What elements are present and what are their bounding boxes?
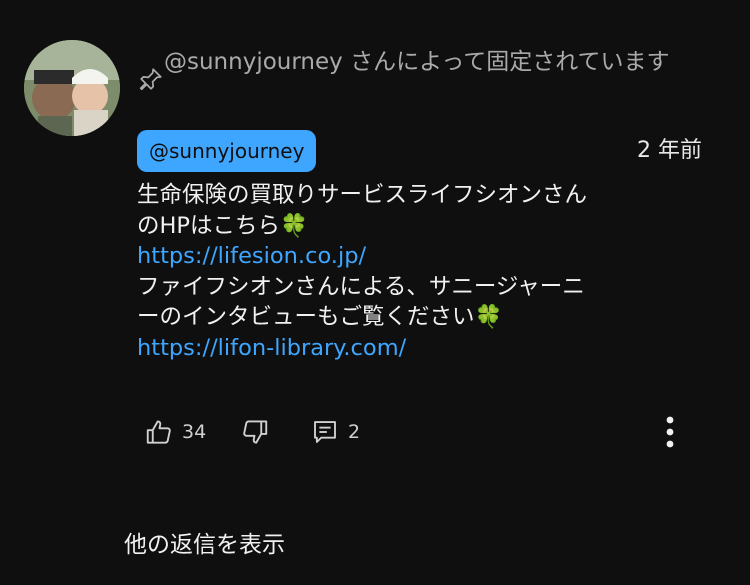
comment-timestamp[interactable]: 2 年前 — [637, 136, 702, 166]
comment-icon — [314, 421, 336, 443]
pin-icon — [139, 68, 162, 91]
reply-count: 2 — [348, 421, 361, 443]
comment-line: のHPはこちら🍀 — [137, 212, 309, 239]
more-vertical-icon — [666, 416, 674, 448]
pinned-text: @sunnyjourney さんによって固定されています — [164, 49, 670, 75]
dislike-button[interactable] — [240, 412, 270, 452]
replies-button[interactable]: 2 — [310, 412, 360, 452]
comment-actions: 34 2 — [142, 412, 702, 452]
like-count: 34 — [182, 421, 207, 443]
more-options-button[interactable] — [656, 412, 684, 452]
author-handle-chip[interactable]: @sunnyjourney — [137, 130, 317, 172]
comment-line: ーのインタビューもご覧ください🍀 — [137, 304, 503, 330]
like-button[interactable]: 34 — [144, 412, 206, 452]
comment-link-lifesion[interactable]: https://lifesion.co.jp/ — [137, 241, 712, 272]
comment-text: 生命保険の買取りサービスライフシオンさん のHPはこちら🍀 https://li… — [137, 180, 712, 363]
thumbs-down-icon — [243, 420, 268, 444]
author-avatar[interactable] — [24, 40, 120, 136]
comment-line: ファイフシオンさんによる、サニージャーニ — [137, 273, 585, 300]
comment-link-lifon[interactable]: https://lifon-library.com/ — [137, 333, 712, 364]
thumbs-up-icon — [146, 420, 171, 444]
view-more-replies-button[interactable]: 他の返信を表示 — [124, 529, 285, 561]
comment-line: 生命保険の買取りサービスライフシオンさん — [137, 182, 588, 208]
pinned-label: @sunnyjourney さんによって固定されています — [138, 44, 698, 91]
